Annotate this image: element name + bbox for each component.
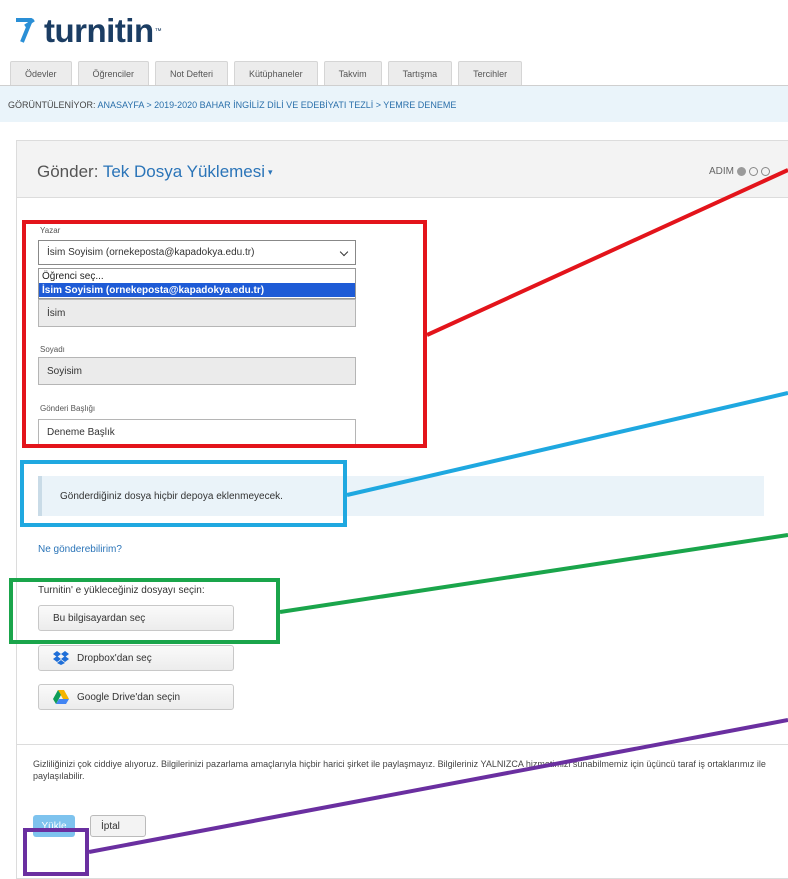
what-can-i-submit-link[interactable]: Ne gönderebilirim? [38, 544, 122, 555]
tab-libraries[interactable]: Kütüphaneler [234, 61, 318, 85]
card-header: Gönder: Tek Dosya Yüklemesi ▾ ADIM [17, 141, 788, 198]
first-name-field[interactable]: İsim [38, 299, 356, 327]
dropbox-icon [53, 651, 69, 665]
step-dot-1 [737, 167, 746, 176]
submission-title-value: Deneme Başlık [47, 427, 115, 438]
title-prefix: Gönder: [37, 162, 103, 181]
chevron-down-icon[interactable]: ▾ [268, 167, 273, 177]
main-tabs: Ödevler Öğrenciler Not Defteri Kütüphane… [10, 61, 523, 85]
step-dot-3 [761, 167, 770, 176]
submission-title-field[interactable]: Deneme Başlık [38, 419, 356, 445]
upload-button[interactable]: Yükle [33, 815, 75, 837]
author-label: Yazar [40, 226, 61, 235]
step-indicator: ADIM [709, 166, 770, 177]
tab-assignments[interactable]: Ödevler [10, 61, 72, 85]
turnitin-logo[interactable]: turnitin ™ [14, 14, 162, 48]
choose-from-gdrive-button[interactable]: Google Drive'dan seçin [38, 684, 234, 710]
privacy-notice: Gizliliğinizi çok ciddiye alıyoruz. Bilg… [33, 759, 766, 781]
breadcrumb: GÖRÜNTÜLENİYOR: ANASAYFA > 2019-2020 BAH… [8, 100, 456, 110]
author-select[interactable]: İsim Soyisim (ornekeposta@kapadokya.edu.… [38, 240, 356, 265]
author-option-selected[interactable]: İsim Soyisim (ornekeposta@kapadokya.edu.… [39, 283, 355, 297]
last-name-field[interactable]: Soyisim [38, 357, 356, 385]
tab-discussion[interactable]: Tartışma [387, 61, 453, 85]
upload-prompt: Turnitin' e yükleceğiniz dosyayı seçin: [38, 585, 205, 596]
trademark: ™ [154, 27, 162, 35]
submission-title-label: Gönderi Başlığı [40, 404, 96, 413]
breadcrumb-path[interactable]: ANASAYFA > 2019-2020 BAHAR İNGİLİZ DİLİ … [98, 100, 457, 110]
author-options-list[interactable]: Öğrenci seç... İsim Soyisim (ornekeposta… [38, 268, 356, 299]
step-label: ADIM [709, 166, 734, 177]
author-option[interactable]: Öğrenci seç... [39, 269, 355, 283]
cancel-button[interactable]: İptal [90, 815, 146, 837]
choose-from-dropbox-button[interactable]: Dropbox'dan seç [38, 645, 234, 671]
choose-from-dropbox-label: Dropbox'dan seç [77, 652, 152, 664]
chevron-down-icon [339, 247, 349, 257]
author-selected-value: İsim Soyisim (ornekeposta@kapadokya.edu.… [47, 247, 255, 258]
tab-calendar[interactable]: Takvim [323, 61, 382, 85]
breadcrumb-lead: GÖRÜNTÜLENİYOR: [8, 100, 98, 110]
tab-gradebook[interactable]: Not Defteri [155, 61, 229, 85]
step-dot-2 [749, 167, 758, 176]
choose-from-gdrive-label: Google Drive'dan seçin [77, 691, 181, 703]
choose-from-computer-button[interactable]: Bu bilgisayardan seç [38, 605, 234, 631]
choose-from-computer-label: Bu bilgisayardan seç [53, 612, 146, 624]
footer-divider [16, 744, 788, 745]
last-name-label: Soyadı [40, 345, 65, 354]
last-name-value: Soyisim [47, 365, 83, 377]
brand-name: turnitin [44, 12, 154, 49]
tab-students[interactable]: Öğrenciler [77, 61, 150, 85]
submission-type-dropdown[interactable]: Tek Dosya Yüklemesi [103, 162, 265, 181]
turnitin-logo-icon [14, 16, 36, 46]
tab-preferences[interactable]: Tercihler [458, 61, 523, 85]
google-drive-icon [53, 690, 69, 704]
first-name-value: İsim [47, 307, 66, 319]
info-text: Gönderdiğiniz dosya hiçbir depoya eklenm… [60, 490, 283, 502]
page-title: Gönder: Tek Dosya Yüklemesi ▾ [37, 162, 273, 182]
repository-info-message: Gönderdiğiniz dosya hiçbir depoya eklenm… [38, 476, 764, 516]
